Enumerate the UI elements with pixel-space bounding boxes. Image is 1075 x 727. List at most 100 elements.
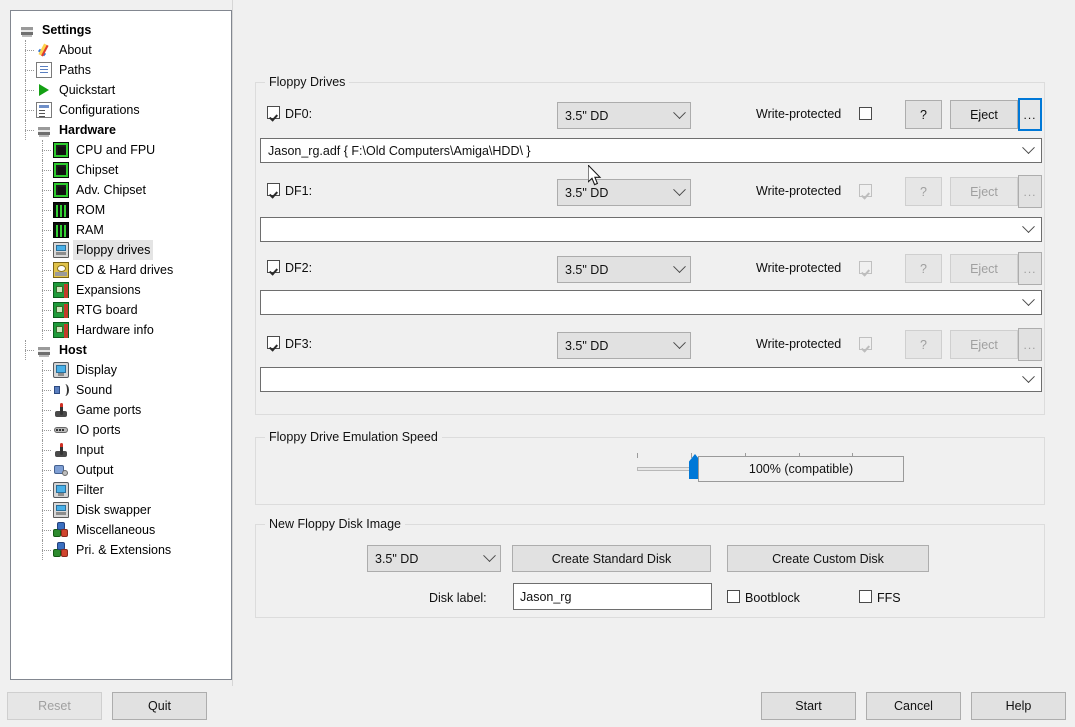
disk-stack-icon bbox=[36, 122, 52, 138]
tree-connector bbox=[25, 90, 34, 91]
sidebar-item-adv-chipset[interactable]: Adv. Chipset bbox=[11, 180, 231, 200]
sidebar-item-quickstart[interactable]: Quickstart bbox=[11, 80, 231, 100]
drive-enable-checkbox[interactable] bbox=[267, 260, 280, 273]
write-protected-checkbox[interactable] bbox=[859, 261, 872, 274]
tree-connector bbox=[42, 430, 51, 431]
sidebar-item-io-ports[interactable]: IO ports bbox=[11, 420, 231, 440]
drive-type-combo[interactable]: 3.5" DD bbox=[557, 102, 691, 129]
drive-eject-label: Eject bbox=[970, 261, 998, 276]
disk-label-input[interactable]: Jason_rg bbox=[513, 583, 712, 610]
sidebar-item-input[interactable]: Input bbox=[11, 440, 231, 460]
sidebar-item-rom[interactable]: ROM bbox=[11, 200, 231, 220]
sidebar-item-ram[interactable]: RAM bbox=[11, 220, 231, 240]
drive-help-button[interactable]: ? bbox=[905, 177, 942, 206]
drive-eject-button[interactable]: Eject bbox=[950, 100, 1018, 129]
sidebar-item-label: Sound bbox=[76, 383, 113, 397]
tree-connector bbox=[42, 140, 43, 160]
sidebar-item-configurations[interactable]: Configurations bbox=[11, 100, 231, 120]
tree-connector bbox=[42, 180, 43, 200]
drive-path-combo[interactable] bbox=[260, 290, 1042, 315]
drive-eject-button[interactable]: Eject bbox=[950, 330, 1018, 359]
sidebar-item-pri-extensions[interactable]: Pri. & Extensions bbox=[11, 540, 231, 560]
new-disk-type-combo[interactable]: 3.5" DD bbox=[367, 545, 501, 572]
drive-help-button[interactable]: ? bbox=[905, 100, 942, 129]
drive-enable-checkbox[interactable] bbox=[267, 106, 280, 119]
drive-type-value: 3.5" DD bbox=[565, 338, 609, 353]
create-custom-disk-button[interactable]: Create Custom Disk bbox=[727, 545, 929, 572]
harddisk-icon bbox=[53, 262, 69, 278]
cubes-icon bbox=[53, 522, 69, 538]
write-protected-checkbox[interactable] bbox=[859, 107, 872, 120]
drive-eject-button[interactable]: Eject bbox=[950, 254, 1018, 283]
create-standard-disk-button[interactable]: Create Standard Disk bbox=[512, 545, 711, 572]
sidebar-item-miscellaneous[interactable]: Miscellaneous bbox=[11, 520, 231, 540]
chevron-down-icon bbox=[1015, 220, 1041, 234]
drive-path-combo[interactable] bbox=[260, 367, 1042, 392]
drive-path-combo[interactable]: Jason_rg.adf { F:\Old Computers\Amiga\HD… bbox=[260, 138, 1042, 163]
sidebar-item-paths[interactable]: Paths bbox=[11, 60, 231, 80]
tree-connector bbox=[42, 310, 51, 311]
sidebar-item-rtg-board[interactable]: RTG board bbox=[11, 300, 231, 320]
reset-button[interactable]: Reset bbox=[7, 692, 102, 720]
settings-tree[interactable]: Settings About Paths Quickstart Configuratio… bbox=[10, 10, 232, 680]
drive-type-combo[interactable]: 3.5" DD bbox=[557, 179, 691, 206]
tree-connector bbox=[25, 70, 34, 71]
drive-type-value: 3.5" DD bbox=[565, 262, 609, 277]
drive-help-label: ? bbox=[920, 261, 927, 276]
sidebar-item-hardware-info[interactable]: Hardware info bbox=[11, 320, 231, 340]
start-button[interactable]: Start bbox=[761, 692, 856, 720]
drive-type-combo[interactable]: 3.5" DD bbox=[557, 256, 691, 283]
new-disk-type-value: 3.5" DD bbox=[375, 551, 419, 566]
drive-help-button[interactable]: ? bbox=[905, 330, 942, 359]
drive-browse-button[interactable]: ... bbox=[1018, 328, 1042, 361]
sidebar-item-label: ROM bbox=[76, 203, 106, 217]
sidebar-item-about[interactable]: About bbox=[11, 40, 231, 60]
drive-help-button[interactable]: ? bbox=[905, 254, 942, 283]
sidebar-item-cd-hard-drives[interactable]: CD & Hard drives bbox=[11, 260, 231, 280]
write-protected-checkbox[interactable] bbox=[859, 184, 872, 197]
bootblock-checkbox[interactable] bbox=[727, 590, 740, 603]
tree-connector bbox=[42, 290, 51, 291]
sidebar-item-label: Quickstart bbox=[59, 83, 116, 97]
sidebar-item-host[interactable]: Host bbox=[11, 340, 231, 360]
tree-connector bbox=[25, 130, 34, 131]
drive-enable-checkbox[interactable] bbox=[267, 336, 280, 349]
write-protected-checkbox[interactable] bbox=[859, 337, 872, 350]
sidebar-item-label: Paths bbox=[59, 63, 91, 77]
drive-path-combo[interactable] bbox=[260, 217, 1042, 242]
sidebar-item-display[interactable]: Display bbox=[11, 360, 231, 380]
sidebar-item-output[interactable]: Output bbox=[11, 460, 231, 480]
sidebar-item-expansions[interactable]: Expansions bbox=[11, 280, 231, 300]
disk-label-caption: Disk label: bbox=[429, 591, 487, 605]
sidebar-item-chipset[interactable]: Chipset bbox=[11, 160, 231, 180]
sidebar-item-settings[interactable]: Settings bbox=[11, 20, 231, 40]
sidebar-item-game-ports[interactable]: Game ports bbox=[11, 400, 231, 420]
tree-connector bbox=[42, 370, 51, 371]
chevron-down-icon bbox=[1015, 293, 1041, 307]
cancel-button[interactable]: Cancel bbox=[866, 692, 961, 720]
sidebar-item-hardware[interactable]: Hardware bbox=[11, 120, 231, 140]
board-icon bbox=[53, 282, 69, 298]
tree-connector bbox=[42, 480, 43, 500]
drive-help-label: ? bbox=[920, 184, 927, 199]
drive-type-combo[interactable]: 3.5" DD bbox=[557, 332, 691, 359]
quit-button[interactable]: Quit bbox=[112, 692, 207, 720]
sidebar-item-cpu-and-fpu[interactable]: CPU and FPU bbox=[11, 140, 231, 160]
sidebar-item-sound[interactable]: Sound bbox=[11, 380, 231, 400]
drive-browse-button[interactable]: ... bbox=[1018, 175, 1042, 208]
tree-connector bbox=[42, 150, 51, 151]
drive-browse-button[interactable]: ... bbox=[1018, 98, 1042, 131]
memory-icon bbox=[53, 222, 69, 238]
drive-eject-button[interactable]: Eject bbox=[950, 177, 1018, 206]
help-button[interactable]: Help bbox=[971, 692, 1066, 720]
tree-connector bbox=[42, 200, 43, 220]
disk-stack-icon bbox=[36, 342, 52, 358]
drive-enable-checkbox[interactable] bbox=[267, 183, 280, 196]
sidebar-item-disk-swapper[interactable]: Disk swapper bbox=[11, 500, 231, 520]
sidebar-item-floppy-drives[interactable]: Floppy drives bbox=[11, 240, 231, 260]
monitor-icon bbox=[53, 482, 69, 498]
sidebar-item-filter[interactable]: Filter bbox=[11, 480, 231, 500]
sidebar-item-label: Expansions bbox=[76, 283, 141, 297]
ffs-checkbox[interactable] bbox=[859, 590, 872, 603]
drive-browse-button[interactable]: ... bbox=[1018, 252, 1042, 285]
